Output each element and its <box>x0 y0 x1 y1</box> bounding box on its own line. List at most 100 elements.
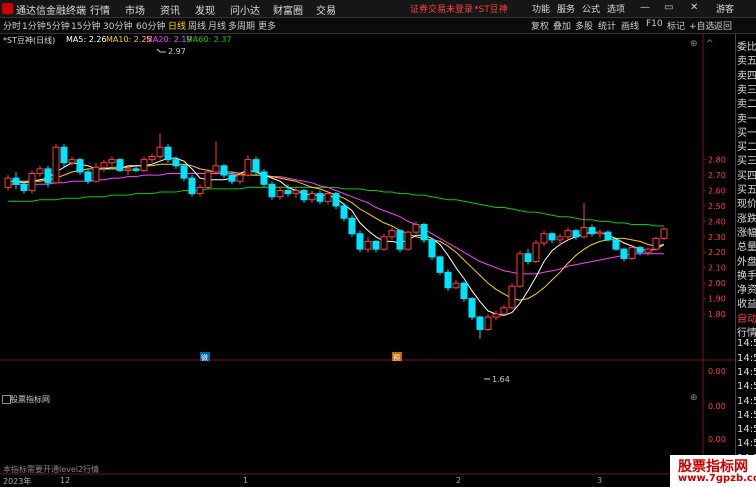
menu-wealth[interactable]: 财富圈 <box>273 2 303 17</box>
date-year: 2023年 <box>3 477 32 486</box>
menu-service[interactable]: 服务 <box>557 2 575 15</box>
period-daily[interactable]: 日线 <box>168 19 186 32</box>
quote-panel-item: 14:55 <box>737 366 756 378</box>
candle-body <box>468 298 476 318</box>
candle-body <box>108 159 116 164</box>
candle-body <box>364 240 372 250</box>
f10-button[interactable]: F10 <box>646 19 663 29</box>
menu-market-center[interactable]: 市场 <box>125 2 145 17</box>
period-15min[interactable]: 15分钟 <box>71 19 100 32</box>
candle-body <box>124 168 132 171</box>
quote-panel-item: 14:55 <box>737 395 756 407</box>
menu-assistant[interactable]: 问小达 <box>230 2 260 17</box>
quote-panel-item: 收益 <box>737 299 756 311</box>
ma5-label: MA5: 2.26 <box>66 35 107 44</box>
candle-body <box>220 165 228 176</box>
user-guest[interactable]: 游客 <box>716 2 734 15</box>
candle-body <box>556 236 564 241</box>
candle-body <box>212 165 220 173</box>
multi-stock-button[interactable]: 多股 <box>575 19 593 32</box>
stock-name: *ST豆神 <box>474 5 508 15</box>
menu-discover[interactable]: 发现 <box>195 2 215 17</box>
event-marker-b[interactable]: 预 <box>393 353 400 362</box>
low-label: 1.64 <box>492 375 510 384</box>
period-60min[interactable]: 60分钟 <box>136 19 165 32</box>
candle-body <box>44 168 52 184</box>
zoom-icon[interactable]: ⊕ <box>690 39 698 49</box>
candle-body <box>28 173 36 191</box>
mark-button[interactable]: 标记 <box>667 19 685 32</box>
restore-rights-button[interactable]: 复权 <box>531 19 549 32</box>
period-timeshare[interactable]: 分时 <box>3 19 21 32</box>
candle-body <box>348 217 356 235</box>
minimize-icon[interactable]: — <box>640 2 650 13</box>
quote-panel-item: 卖一 <box>737 113 756 125</box>
sub-tick-label: 0.00 <box>708 435 726 444</box>
quote-panel-item: 卖二 <box>737 99 756 111</box>
candle-body <box>484 316 492 330</box>
chart-title: *ST豆神(日线) <box>3 36 56 45</box>
watermark: 股票指标网 www.7gpzb.com <box>670 455 756 487</box>
stats-button[interactable]: 统计 <box>598 19 616 32</box>
candle-body <box>420 223 428 241</box>
candle-body <box>252 159 260 173</box>
menu-news[interactable]: 资讯 <box>160 2 180 17</box>
candle-body <box>628 247 636 259</box>
candle-body <box>4 177 12 188</box>
period-30min[interactable]: 30分钟 <box>103 19 132 32</box>
period-multi[interactable]: 多周期 <box>228 19 255 32</box>
menu-formula[interactable]: 公式 <box>582 2 600 15</box>
maximize-icon[interactable]: ▭ <box>664 2 673 13</box>
price-axis: 2.80 2.70 2.60 2.50 2.40 2.30 2.20 2.10 2.00 1.90… <box>703 156 726 319</box>
add-watchlist-button[interactable]: +自选 <box>689 19 715 32</box>
candle-body <box>300 189 308 201</box>
high-label: 2.97 <box>168 47 186 56</box>
close-icon[interactable]: ✕ <box>690 2 698 13</box>
date-feb: 2 <box>456 476 462 485</box>
sub-zoom-icon[interactable]: ⊕ <box>690 393 698 403</box>
overlay-button[interactable]: 叠加 <box>553 19 571 32</box>
candle-body <box>388 230 396 238</box>
candle-body <box>156 146 164 158</box>
app-title: 通达信金融终端 <box>16 6 86 17</box>
candle-body <box>444 271 452 289</box>
period-weekly[interactable]: 周线 <box>188 19 206 32</box>
candle-body <box>60 146 68 164</box>
quote-panel-item: 涨跌 <box>737 213 756 225</box>
event-marker-a[interactable]: 微 <box>201 353 208 362</box>
level2-notice: 本指标需要开通level2行情 <box>3 465 100 474</box>
menu-options[interactable]: 选项 <box>607 2 625 15</box>
login-notice[interactable]: 证券交易未登录 <box>410 2 473 15</box>
candle-body <box>660 228 668 239</box>
draw-line-button[interactable]: 画线 <box>621 19 639 32</box>
price-tick-label: 2.70 <box>708 171 726 180</box>
kline-chart[interactable]: 2.80 2.70 2.60 2.50 2.40 2.30 2.20 2.10 2.00 1.90… <box>0 34 756 487</box>
menu-functions[interactable]: 功能 <box>532 2 550 15</box>
quote-panel-item: 自动 <box>737 313 756 325</box>
period-monthly[interactable]: 月线 <box>208 19 226 32</box>
period-more[interactable]: 更多 <box>258 19 276 32</box>
quote-panel-item: 买五 <box>737 185 756 196</box>
quote-panel-item: 14:55 <box>737 424 756 436</box>
candle-body <box>612 239 620 250</box>
watermark-url: www.7gpzb.com <box>678 473 756 484</box>
quote-panel-item: 换手 <box>737 270 756 282</box>
sub-indicator-title[interactable]: 股票指标网 <box>10 394 50 405</box>
ma20-line <box>8 173 664 275</box>
candle-body <box>140 159 148 171</box>
candle-body <box>404 231 412 250</box>
quote-panel-item: 净资 <box>737 285 756 297</box>
menu-trade[interactable]: 交易 <box>316 2 336 17</box>
scroll-up-icon[interactable]: ^ <box>706 39 714 49</box>
period-1min[interactable]: 1分钟 <box>22 19 46 32</box>
candle-body <box>164 146 172 161</box>
candle-body <box>292 189 300 195</box>
ma60-label: MA60: 2.37 <box>186 35 232 44</box>
quote-panel-item: 买四 <box>737 170 756 182</box>
quote-panel-item: 14:55 <box>737 381 756 393</box>
candle-body <box>652 237 660 250</box>
back-button[interactable]: 返回 <box>714 19 732 32</box>
candle-body <box>372 240 380 250</box>
menu-market[interactable]: 行情 <box>90 2 110 17</box>
period-5min[interactable]: 5分钟 <box>46 19 70 32</box>
